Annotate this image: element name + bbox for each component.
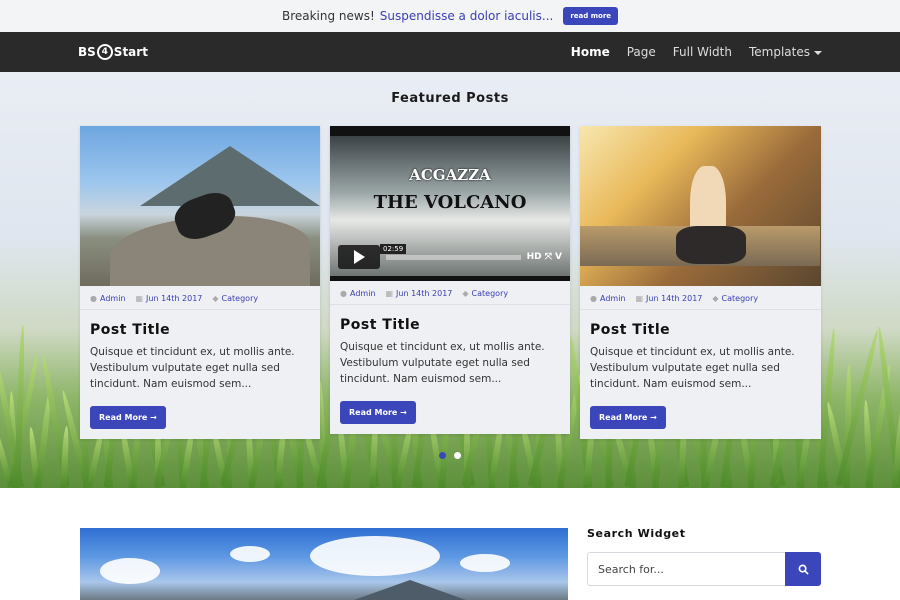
person-legs-shape <box>676 226 746 264</box>
video-progress-bar[interactable] <box>386 254 521 260</box>
brand-text-left: BS <box>78 45 96 59</box>
mountain-shape <box>340 580 480 600</box>
video-controls: HD ⤧ V <box>338 245 562 269</box>
tag-icon: ◆ <box>462 289 469 298</box>
post-card-1: ● Admin ▦ Jun 14th 2017 ◆ Category Post Tit… <box>80 126 320 439</box>
announcement-prefix: Breaking news! <box>281 9 375 23</box>
date-meta: ▦ Jun 14th 2017 <box>385 289 452 298</box>
video-title-top: ACGAZZA <box>409 166 491 184</box>
date-meta: ▦ Jun 14th 2017 <box>135 294 202 303</box>
nav-menu: Home Page Full Width Templates <box>571 32 822 72</box>
read-more-button[interactable]: Read More → <box>590 406 666 429</box>
post-meta: ● Admin ▦ Jun 14th 2017 ◆ Category <box>80 286 320 310</box>
author-meta[interactable]: ● Admin <box>590 294 625 303</box>
post-excerpt: Quisque et tincidunt ex, ut mollis ante.… <box>340 341 545 385</box>
carousel-dot-1[interactable] <box>439 452 446 459</box>
author-label: Admin <box>599 294 626 303</box>
search-button[interactable] <box>785 552 821 586</box>
cloud-shape <box>310 536 440 576</box>
calendar-icon: ▦ <box>635 294 644 303</box>
post-title[interactable]: Post Title <box>340 317 560 333</box>
carousel-dot-2[interactable] <box>454 452 461 459</box>
date-label: Jun 14th 2017 <box>146 294 203 303</box>
video-icons[interactable]: HD ⤧ V <box>527 252 562 262</box>
mountain-shape <box>140 146 320 206</box>
post-title[interactable]: Post Title <box>90 322 310 338</box>
user-icon: ● <box>340 289 347 298</box>
video-title-main: THE VOLCANO <box>373 192 527 213</box>
author-label: Admin <box>349 289 376 298</box>
date-label: Jun 14th 2017 <box>396 289 453 298</box>
caret-down-icon <box>814 50 822 55</box>
featured-posts-title: Featured Posts <box>391 91 509 106</box>
post-meta: ● Admin ▦ Jun 14th 2017 ◆ Category <box>330 281 570 305</box>
post-excerpt: Quisque et tincidunt ex, ut mollis ante.… <box>90 346 295 390</box>
tag-icon: ◆ <box>712 294 719 303</box>
post-excerpt: Quisque et tincidunt ex, ut mollis ante.… <box>590 346 795 390</box>
post-card-2: ACGAZZA THE VOLCANO 02:59 HD ⤧ V ● Admin … <box>330 126 570 434</box>
category-meta[interactable]: ◆ Category <box>462 289 508 298</box>
search-widget <box>587 552 821 586</box>
category-meta[interactable]: ◆ Category <box>212 294 258 303</box>
announcement-link[interactable]: Suspendisse a dolor iaculis... <box>380 9 554 23</box>
category-label: Category <box>221 294 259 303</box>
category-meta[interactable]: ◆ Category <box>712 294 758 303</box>
search-icon <box>798 564 809 575</box>
play-button[interactable] <box>338 245 380 269</box>
brand-text-right: Start <box>113 45 148 59</box>
calendar-icon: ▦ <box>385 289 394 298</box>
play-icon <box>353 250 365 264</box>
search-input[interactable] <box>587 552 785 586</box>
read-more-button[interactable]: Read More → <box>340 401 416 424</box>
author-meta[interactable]: ● Admin <box>340 289 375 298</box>
date-label: Jun 14th 2017 <box>646 294 703 303</box>
content-section: Search Widget <box>0 488 900 600</box>
cloud-shape <box>460 554 510 572</box>
cloud-shape <box>100 558 160 584</box>
video-player[interactable]: ACGAZZA THE VOLCANO 02:59 HD ⤧ V <box>330 126 570 281</box>
featured-hero: Featured Posts ● Admin ▦ Jun 14th 2017 ◆ Ca… <box>0 72 900 488</box>
user-icon: ● <box>90 294 97 303</box>
brand-circle: 4 <box>96 44 113 60</box>
read-more-button[interactable]: Read More → <box>90 406 166 429</box>
nav-item-full-width[interactable]: Full Width <box>673 45 732 59</box>
post-card-3: ● Admin ▦ Jun 14th 2017 ◆ Category Post Tit… <box>580 126 821 439</box>
brand-logo[interactable]: BS 4 Start <box>78 44 148 60</box>
featured-post-image[interactable] <box>80 528 568 600</box>
video-frame: ACGAZZA THE VOLCANO 02:59 HD ⤧ V <box>330 136 570 276</box>
carousel-indicators <box>439 452 461 459</box>
nav-item-templates[interactable]: Templates <box>749 45 822 59</box>
search-widget-title: Search Widget <box>587 527 686 540</box>
nav-item-home[interactable]: Home <box>571 45 610 59</box>
user-icon: ● <box>590 294 597 303</box>
date-meta: ▦ Jun 14th 2017 <box>635 294 702 303</box>
category-label: Category <box>471 289 509 298</box>
cloud-shape <box>230 546 270 562</box>
post-title[interactable]: Post Title <box>590 322 811 338</box>
tag-icon: ◆ <box>212 294 219 303</box>
read-more-button[interactable]: read more <box>563 7 619 25</box>
nav-item-page[interactable]: Page <box>627 45 656 59</box>
post-image-yoga[interactable] <box>80 126 320 286</box>
nav-item-templates-label: Templates <box>748 45 810 59</box>
post-image-sunset[interactable] <box>580 126 821 286</box>
author-meta[interactable]: ● Admin <box>90 294 125 303</box>
post-meta: ● Admin ▦ Jun 14th 2017 ◆ Category <box>580 286 821 310</box>
category-label: Category <box>721 294 759 303</box>
author-label: Admin <box>99 294 126 303</box>
announcement-bar: Breaking news! Suspendisse a dolor iacul… <box>0 0 900 32</box>
calendar-icon: ▦ <box>135 294 144 303</box>
navbar: BS 4 Start Home Page Full Width Template… <box>0 32 900 72</box>
